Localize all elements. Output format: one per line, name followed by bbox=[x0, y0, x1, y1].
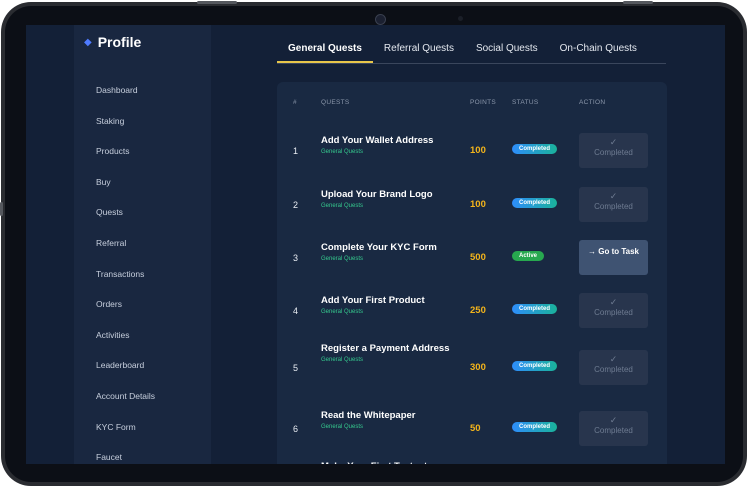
sidebar: ◆ Profile Dashboard Staking Products Buy Que… bbox=[74, 25, 211, 464]
go-to-task-label: → Go to Task bbox=[588, 246, 639, 256]
row-number: 3 bbox=[293, 252, 299, 263]
quest-info: Add Your First Product General Quests bbox=[321, 293, 456, 315]
quest-points: 100 bbox=[470, 144, 486, 156]
quest-category: General Quests bbox=[321, 309, 364, 315]
brand: ◆ Profile bbox=[84, 34, 141, 50]
sidebar-item-faucet[interactable]: Faucet bbox=[96, 450, 155, 464]
row-number: 1 bbox=[293, 145, 299, 156]
quest-info: Add Your Wallet Address General Quests bbox=[321, 133, 456, 155]
quest-info: Complete Your KYC Form General Quests bbox=[321, 240, 456, 262]
quest-title: Add Your First Product bbox=[321, 295, 425, 306]
check-icon: ✓ bbox=[609, 190, 618, 201]
sidebar-item-kyc-form[interactable]: KYC Form bbox=[96, 420, 155, 451]
sensor-icon bbox=[458, 16, 463, 21]
column-header-action: ACTION bbox=[579, 99, 606, 106]
table-row: 5 Register a Payment Address General Que… bbox=[277, 337, 667, 399]
column-header-points: POINTS bbox=[470, 99, 496, 106]
power-button bbox=[623, 1, 653, 4]
completed-label: Completed bbox=[594, 307, 633, 317]
quest-title: Upload Your Brand Logo bbox=[321, 189, 433, 200]
table-header: # QUESTS POINTS STATUS ACTION bbox=[277, 82, 667, 122]
check-icon: ✓ bbox=[609, 136, 618, 147]
row-number: 2 bbox=[293, 199, 299, 210]
quest-title: Register a Payment Address bbox=[321, 343, 450, 354]
tab-on-chain-quests[interactable]: On-Chain Quests bbox=[549, 36, 648, 63]
sidebar-item-leaderboard[interactable]: Leaderboard bbox=[96, 358, 155, 389]
completed-button: ✓ Completed bbox=[579, 410, 648, 446]
quest-category: General Quests bbox=[321, 424, 364, 430]
sidebar-item-buy[interactable]: Buy bbox=[96, 175, 155, 206]
camera-icon bbox=[375, 14, 386, 25]
quest-category: General Quests bbox=[321, 256, 364, 262]
check-icon: ✓ bbox=[609, 296, 618, 307]
sidebar-item-products[interactable]: Products bbox=[96, 144, 155, 175]
quest-category: General Quests bbox=[321, 357, 364, 363]
quest-info: Read the Whitepaper General Quests bbox=[321, 408, 456, 430]
volume-button bbox=[197, 1, 237, 4]
sidebar-item-staking[interactable]: Staking bbox=[96, 114, 155, 145]
quest-points: 50 bbox=[470, 422, 481, 434]
status-badge: Completed bbox=[512, 361, 558, 371]
table-row: 4 Add Your First Product General Quests … bbox=[277, 284, 667, 337]
quest-points: 100 bbox=[470, 198, 486, 210]
tab-general-quests[interactable]: General Quests bbox=[277, 36, 373, 63]
completed-button: ✓ Completed bbox=[579, 292, 648, 328]
quest-info: Upload Your Brand Logo General Quests bbox=[321, 187, 456, 209]
completed-button: ✓ Completed bbox=[579, 186, 648, 222]
sidebar-item-transactions[interactable]: Transactions bbox=[96, 267, 155, 298]
go-to-task-button[interactable]: → Go to Task bbox=[579, 239, 648, 275]
completed-label: Completed bbox=[594, 201, 633, 211]
tablet-frame: ◆ Profile Dashboard Staking Products Buy Que… bbox=[0, 1, 747, 486]
status-badge: Active bbox=[512, 250, 545, 261]
completed-button: ✓ Completed bbox=[579, 132, 648, 168]
table-row: 3 Complete Your KYC Form General Quests … bbox=[277, 231, 667, 284]
diamond-icon: ◆ bbox=[84, 36, 92, 48]
app-screen: ◆ Profile Dashboard Staking Products Buy Que… bbox=[26, 25, 725, 464]
quest-title: Read the Whitepaper bbox=[321, 410, 416, 421]
quest-title: Make Your First Testnet bbox=[321, 459, 456, 464]
row-number: 6 bbox=[293, 423, 299, 434]
completed-label: Completed bbox=[594, 365, 633, 374]
sidebar-item-account-details[interactable]: Account Details bbox=[96, 389, 155, 420]
row-number: 5 bbox=[293, 363, 299, 373]
quest-info: Make Your First Testnet bbox=[321, 459, 456, 464]
sidebar-title: Profile bbox=[97, 34, 142, 50]
column-header-status: STATUS bbox=[512, 99, 539, 106]
sidebar-item-orders[interactable]: Orders bbox=[96, 297, 155, 328]
status-badge: Completed bbox=[512, 143, 558, 154]
column-header-quests: QUESTS bbox=[321, 99, 350, 106]
sidebar-nav: Dashboard Staking Products Buy Quests Referra… bbox=[96, 83, 155, 464]
check-icon: ✓ bbox=[609, 414, 618, 425]
quest-category: General Quests bbox=[321, 149, 364, 155]
quest-points: 500 bbox=[470, 251, 486, 263]
table-row: 6 Read the Whitepaper General Quests 50 C… bbox=[277, 399, 667, 458]
completed-button: ✓ Completed bbox=[579, 350, 648, 385]
quest-points: 250 bbox=[470, 304, 486, 316]
tab-social-quests[interactable]: Social Quests bbox=[465, 36, 549, 63]
sidebar-item-referral[interactable]: Referral bbox=[96, 236, 155, 267]
status-badge: Completed bbox=[512, 197, 558, 208]
column-header-number: # bbox=[293, 99, 297, 106]
side-button bbox=[0, 202, 3, 216]
quest-title: Complete Your KYC Form bbox=[321, 242, 437, 253]
table-row: 1 Add Your Wallet Address General Quests… bbox=[277, 124, 667, 177]
quest-tabs: General Quests Referral Quests Social Ques… bbox=[277, 36, 666, 64]
quest-points: 300 bbox=[470, 362, 486, 373]
sidebar-item-quests[interactable]: Quests bbox=[96, 205, 155, 236]
quest-category: General Quests bbox=[321, 203, 364, 209]
table-row: 2 Upload Your Brand Logo General Quests … bbox=[277, 178, 667, 231]
completed-label: Completed bbox=[594, 147, 633, 157]
status-badge: Completed bbox=[512, 421, 558, 432]
quest-title: Add Your Wallet Address bbox=[321, 135, 434, 146]
quest-info: Register a Payment Address General Quest… bbox=[321, 341, 456, 363]
sidebar-item-dashboard[interactable]: Dashboard bbox=[96, 83, 155, 114]
sidebar-item-activities[interactable]: Activities bbox=[96, 328, 155, 359]
quests-table: # QUESTS POINTS STATUS ACTION 1 Add Your… bbox=[277, 82, 667, 464]
status-badge: Completed bbox=[512, 303, 558, 314]
completed-label: Completed bbox=[594, 425, 633, 435]
tab-referral-quests[interactable]: Referral Quests bbox=[373, 36, 465, 63]
row-number: 4 bbox=[293, 305, 299, 316]
table-row: 7 Make Your First Testnet bbox=[277, 458, 667, 464]
check-icon: ✓ bbox=[609, 354, 618, 364]
